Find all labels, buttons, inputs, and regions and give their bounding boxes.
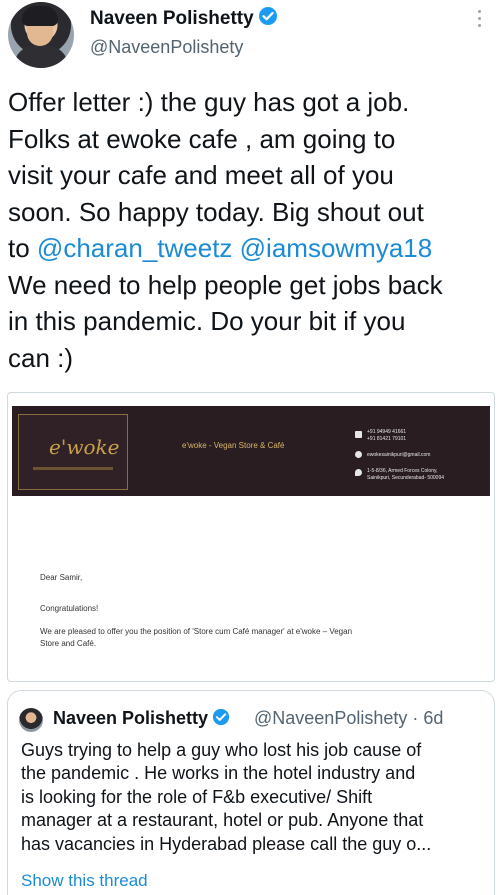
- tweet-line: soon. So happy today. Big shout out: [8, 196, 424, 227]
- avatar-shirt: [14, 46, 68, 68]
- location-icon: [355, 469, 362, 476]
- tweet-image-offer-letter[interactable]: e'woke e'woke - Vegan Store & Café +91 9…: [7, 392, 495, 682]
- letter-congratulations: Congratulations!: [40, 604, 99, 613]
- tweet-line: We need to help people get jobs back: [8, 269, 443, 300]
- author-handle[interactable]: @NaveenPolishety: [90, 37, 243, 58]
- letter-body-line: Store and Café.: [40, 639, 97, 648]
- logo-underline: [33, 467, 113, 470]
- more-options-icon[interactable]: [478, 10, 484, 31]
- email-address: ewokesainikpuri@gmail.com: [367, 452, 431, 458]
- quoted-line: manager at a restaurant, hotel or pub. A…: [21, 810, 424, 831]
- mention-link-sowmya[interactable]: @iamsowmya18: [240, 233, 433, 263]
- quoted-line: Guys trying to help a guy who lost his j…: [21, 740, 422, 760]
- quoted-author-name-row: Naveen Polishetty: [53, 708, 230, 731]
- ewoke-logo: e'woke: [18, 414, 128, 490]
- tweet-text-fragment: [232, 233, 239, 263]
- quoted-line: has vacancies in Hyderabad please call t…: [21, 833, 432, 854]
- logo-text: e'woke: [49, 435, 120, 459]
- letter-body-line: We are pleased to offer you the position…: [40, 627, 353, 636]
- quoted-line: the pandemic . He works in the hotel ind…: [21, 763, 416, 784]
- phone-1: +91 94949 41661: [367, 429, 407, 435]
- tweet-line-mentions: to @charan_tweetz @iamsowmya18: [8, 230, 496, 267]
- letterhead-banner: e'woke e'woke - Vegan Store & Café +91 9…: [12, 406, 490, 496]
- phone-2: +91 81421 79101: [367, 436, 407, 442]
- quoted-handle-time: @NaveenPolishety · 6d: [254, 708, 444, 728]
- show-thread-link[interactable]: Show this thread: [21, 871, 148, 891]
- store-name: e'woke - Vegan Store & Café: [182, 441, 285, 450]
- author-name-row[interactable]: Naveen Polishetty: [90, 6, 278, 32]
- tweet-line: can :): [8, 342, 74, 373]
- profile-avatar[interactable]: [8, 2, 74, 68]
- tweet-line: visit your cafe and meet all of you: [8, 160, 394, 190]
- quoted-text: Guys trying to help a guy who lost his j…: [21, 739, 489, 856]
- tweet-line: Offer letter :) the guy has got a job.: [8, 87, 410, 117]
- email-icon: [355, 451, 362, 458]
- address-line-2: Sainikpuri, Secunderabad- 500094: [367, 475, 444, 481]
- tweet-line: in this pandemic. Do your bit if you: [8, 306, 406, 336]
- quoted-avatar: [19, 708, 43, 732]
- tweet-text: Offer letter :) the guy has got a job. F…: [8, 84, 496, 376]
- tweet-text-fragment: to: [8, 233, 37, 263]
- letter-greeting: Dear Samir,: [40, 573, 83, 582]
- mention-link-charan[interactable]: @charan_tweetz: [37, 233, 233, 263]
- quoted-tweet[interactable]: Naveen Polishetty @NaveenPolishety · 6d …: [7, 690, 495, 895]
- verified-badge-icon: [212, 708, 230, 731]
- quoted-line: is looking for the role of F&b executive…: [21, 786, 373, 807]
- avatar-hair: [22, 6, 58, 26]
- tweet-line: Folks at ewoke cafe , am going to: [8, 123, 396, 154]
- quoted-author-name: Naveen Polishetty: [53, 708, 209, 728]
- verified-badge-icon: [258, 6, 278, 32]
- phone-icon: [355, 431, 362, 438]
- address-line-1: 1-5-8/36, Armed Forces Colony,: [367, 468, 438, 474]
- author-name[interactable]: Naveen Polishetty: [90, 8, 254, 29]
